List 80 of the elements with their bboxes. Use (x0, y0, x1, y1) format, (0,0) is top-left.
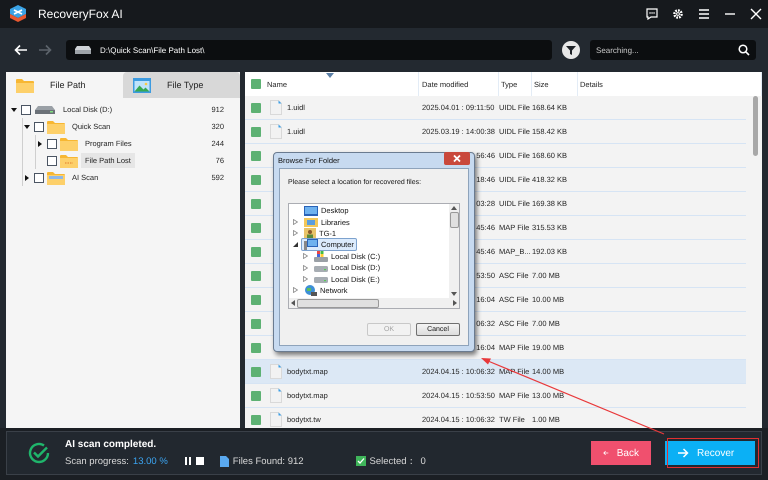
menu-icon[interactable] (698, 8, 710, 20)
folder-icon (304, 217, 318, 228)
close-icon[interactable] (750, 8, 762, 20)
selected-label: Selected： (370, 454, 417, 468)
folder-icon (47, 120, 65, 134)
file-icon (270, 388, 282, 403)
file-icon (270, 364, 282, 379)
select-all-checkbox[interactable] (251, 79, 261, 89)
right-arrow-icon (677, 448, 689, 458)
vertical-scrollbar[interactable] (449, 204, 459, 298)
checkbox[interactable] (251, 174, 261, 184)
window-title: RecoveryFox AI (38, 7, 123, 21)
left-arrow-icon (603, 448, 609, 458)
folder-icon (60, 154, 78, 168)
scroll-left-icon[interactable] (291, 300, 295, 306)
stop-icon[interactable] (196, 457, 204, 465)
checkbox[interactable] (251, 222, 261, 232)
user-folder-icon (304, 228, 316, 239)
checkbox[interactable] (251, 102, 261, 112)
selected-count: 0 (420, 456, 426, 466)
path-field[interactable]: D:\Quick Scan\File Path Lost\ (66, 40, 552, 60)
desktop-icon (304, 206, 318, 216)
progress-label: Scan progress: (65, 456, 129, 466)
checkbox[interactable] (47, 156, 57, 166)
checkbox[interactable] (251, 390, 261, 400)
checkbox[interactable] (47, 138, 57, 148)
checkbox[interactable] (251, 198, 261, 208)
drive-icon (314, 275, 328, 284)
tab[interactable]: File Type (123, 72, 240, 98)
collapse-arrow-icon[interactable] (11, 106, 17, 112)
horizontal-scrollbar[interactable] (289, 298, 459, 308)
folder-icon (47, 170, 65, 184)
expand-arrow-icon[interactable] (37, 140, 43, 146)
checkbox[interactable] (34, 122, 44, 132)
search-field[interactable]: Searching... (590, 40, 756, 60)
success-check-icon (27, 441, 51, 465)
expand-arrow-icon[interactable] (24, 174, 30, 180)
drive-icon (74, 46, 92, 54)
files-found: Files Found: 912 (232, 456, 304, 466)
scrollbar-thumb[interactable] (297, 298, 379, 308)
checkbox[interactable] (251, 150, 261, 160)
scroll-down-icon[interactable] (451, 292, 457, 296)
search-icon[interactable] (738, 44, 750, 56)
checkbox[interactable] (251, 414, 261, 424)
file-icon (220, 456, 229, 466)
checkbox[interactable] (21, 104, 31, 114)
scrollbar-thumb[interactable] (753, 96, 758, 156)
pause-icon[interactable] (184, 457, 192, 465)
checkbox[interactable] (251, 342, 261, 352)
chat-icon[interactable] (646, 8, 658, 20)
collapse-arrow-icon[interactable] (24, 124, 30, 130)
checkbox[interactable] (251, 318, 261, 328)
scroll-right-icon[interactable] (453, 300, 457, 306)
checkbox[interactable] (251, 246, 261, 256)
back-arrow-icon[interactable] (14, 44, 28, 56)
forward-arrow-icon[interactable] (38, 44, 52, 56)
drive-icon (34, 104, 56, 114)
app-logo-icon (8, 4, 28, 24)
system-drive-icon (314, 250, 328, 262)
scrollbar-thumb[interactable] (450, 212, 458, 228)
file-icon (270, 100, 282, 115)
checkbox[interactable] (356, 456, 366, 466)
scroll-up-icon[interactable] (451, 206, 457, 210)
network-icon (304, 284, 317, 296)
checkbox[interactable] (251, 270, 261, 280)
checkbox[interactable] (34, 172, 44, 182)
progress-value: 13.00 % (132, 456, 168, 466)
file-icon (270, 124, 282, 139)
drive-icon (314, 264, 328, 272)
image-icon (133, 78, 151, 92)
checkbox[interactable] (251, 366, 261, 376)
checkbox[interactable] (251, 294, 261, 304)
filter-icon[interactable] (562, 41, 580, 59)
settings-icon[interactable] (672, 8, 684, 20)
scan-status: AI scan completed. (65, 438, 158, 450)
checkbox[interactable] (251, 126, 261, 136)
folder-icon (16, 78, 34, 92)
folder-icon (60, 136, 78, 150)
collapse-arrow-icon[interactable] (293, 242, 298, 248)
computer-icon (304, 239, 318, 250)
